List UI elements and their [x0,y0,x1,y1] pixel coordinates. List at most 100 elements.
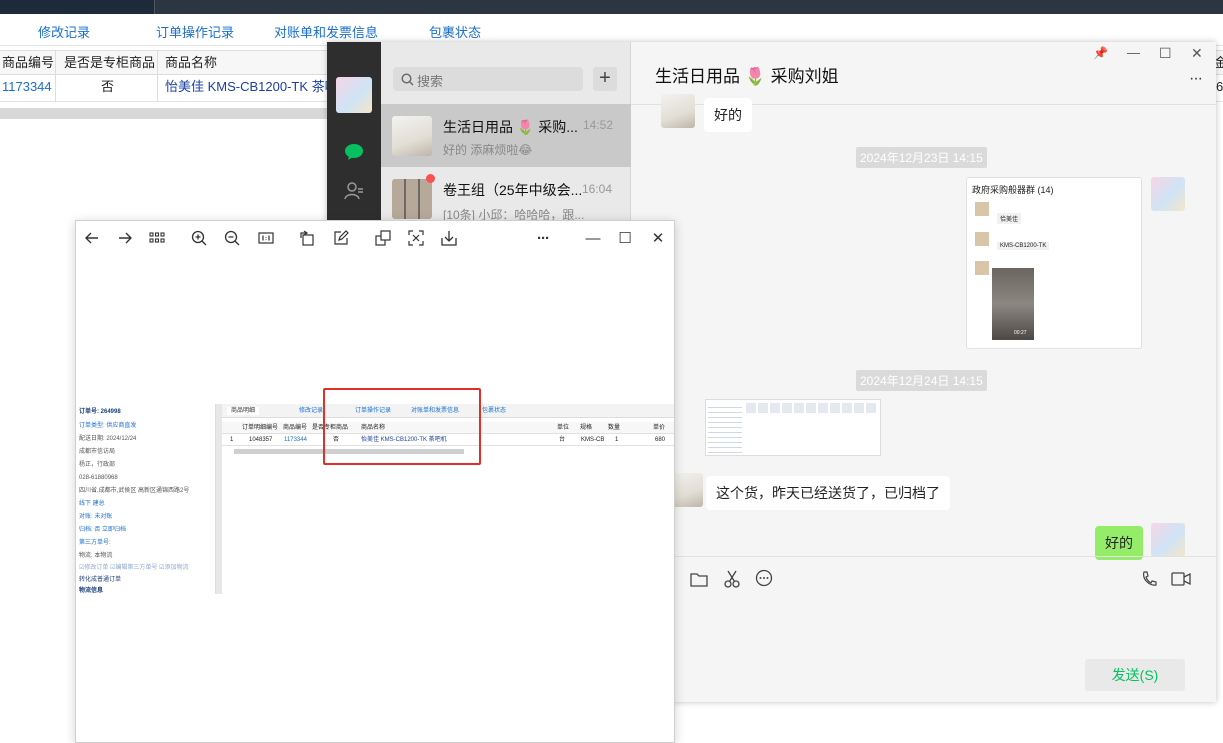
thumb-tab: 包裹状态 [482,408,507,414]
zoom-in-icon[interactable] [188,227,210,249]
arrow-right-icon[interactable] [114,227,136,249]
col-product-name[interactable]: 商品名称 [158,51,333,74]
thumb-col: 订单明细编号 [242,425,279,431]
edit-icon[interactable] [330,227,352,249]
thumb-table [746,403,876,413]
chat-item-selected[interactable]: 生活日用品 🌷 采购... 14:52 好的 添麻烦啦😂 [381,104,631,167]
chat-history-icon[interactable] [754,568,774,588]
input-divider [631,556,1216,557]
my-message-bubble[interactable]: 好的 [1095,526,1143,560]
send-button[interactable]: 发送(S) [1085,659,1185,691]
chat-panel: 生活日用品 🌷 采购刘姐 📌 — ☐ ✕ ··· 好的 2024年12月23日 … [631,42,1216,702]
minimize-button[interactable]: — [582,227,604,249]
search-placeholder: 搜索 [417,74,444,89]
thumb-cell: 680 [655,437,666,443]
close-button[interactable]: ✕ [1191,45,1203,62]
scissors-icon[interactable] [721,569,745,589]
order-number: 订单号: 264998 [79,409,121,415]
forward-item: 恰美佳 [997,213,1022,224]
product-code[interactable]: 1173344 [0,75,56,101]
is-counter-value: 否 [56,75,158,101]
thumb-left-pane [708,403,742,453]
order-line: 订单类型: 供应商直发 [79,423,137,429]
tab-modify-log[interactable]: 修改记录 [38,22,90,41]
forward-avatar [975,261,989,275]
video-call-icon[interactable] [1169,569,1193,589]
col-is-counter[interactable]: 是否是专柜商品 [56,51,158,74]
my-avatar-msg [1151,523,1185,557]
pin-icon[interactable]: 📌 [1093,46,1108,60]
chat-preview: 好的 添麻烦啦😂 [443,143,533,157]
phone-icon[interactable] [1139,569,1159,589]
viewer-toolbar: ··· — ☐ ✕ [76,221,674,255]
forwarded-chat-card[interactable]: 政府采购般器群 (14) 恰美佳 KMS-CB1200-TK 00:27 [966,177,1142,349]
convert-order-link: 转化成普通订单 [79,577,122,583]
more-icon[interactable]: ··· [1189,70,1203,88]
group-avatar [392,179,432,219]
tab-package-status[interactable]: 包裹状态 [429,22,481,41]
app-tab[interactable] [0,0,155,14]
contacts-icon[interactable] [342,179,366,203]
order-line: 028-61880968 [79,475,118,481]
search-icon [399,71,415,87]
order-line: 物流: 本物流 [79,553,113,559]
rotate-icon[interactable] [296,227,318,249]
maximize-button[interactable]: ☐ [614,227,636,249]
forward-item: KMS-CB1200-TK [997,242,1050,250]
order-line: 线下 建总 [79,501,105,507]
extract-text-icon[interactable] [405,227,427,249]
video-thumbnail[interactable]: 00:27 [992,268,1034,340]
image-viewer-window: ··· — ☐ ✕ 订单号: 264998 订单类型: 供应商直发 配送日期: … [75,220,675,743]
folder-icon[interactable] [689,569,709,589]
zoom-out-icon[interactable] [221,227,243,249]
thumb-col: 规格 [580,425,593,431]
chat-icon[interactable] [342,140,366,164]
col-product-code[interactable]: 商品编号 [0,51,56,74]
minimize-button[interactable]: — [1127,45,1140,60]
order-line: 四川省,成都市,武侯区 高新区通锦西路2号 [79,488,190,494]
message-bubble[interactable]: 好的 [704,98,752,132]
translate-icon[interactable] [372,227,394,249]
contact-avatar [661,94,695,128]
chat-time: 14:52 [583,118,614,132]
my-avatar[interactable] [336,77,372,113]
horizontal-scrollbar[interactable] [0,108,330,119]
screenshot-image-message[interactable] [705,399,881,456]
order-line: 杨正，行政部 [79,462,116,468]
arrow-left-icon[interactable] [81,227,103,249]
actual-size-icon[interactable] [255,227,277,249]
thumb-col: 单位 [557,425,570,431]
download-icon[interactable] [438,227,460,249]
more-icon[interactable]: ··· [532,227,554,249]
message-bubble[interactable]: 这个货，昨天已经送货了，已归档了 [706,476,950,510]
thumb-cell: KMS-CB [581,437,605,443]
order-info-panel: 订单号: 264998 订单类型: 供应商直发 配送日期: 2024/12/24… [76,404,216,594]
order-line: 成都市信访局 [79,449,116,455]
add-chat-button[interactable]: + [593,67,617,91]
grid-icon[interactable] [146,227,168,249]
order-line: 对账: 未对账 [79,514,113,520]
search-box[interactable]: 搜索 [393,67,583,91]
tab-order-operation-log[interactable]: 订单操作记录 [156,22,234,41]
chat-avatar [392,116,432,156]
app-top-bar [0,0,1223,14]
video-duration: 00:27 [1014,330,1027,336]
chat-time: 16:04 [582,182,613,196]
unread-dot [426,174,435,183]
tab-statement-invoice[interactable]: 对账单和发票信息 [274,22,378,41]
thumb-cell: 1 [230,437,234,443]
product-name-link[interactable]: 怡美佳 KMS-CB1200-TK 茶吧 [158,75,333,101]
timestamp: 2024年12月24日 14:15 [856,370,987,391]
timestamp: 2024年12月23日 14:15 [856,147,987,168]
chat-title: 卷王组（25年中级会... [443,182,583,198]
my-avatar-msg [1151,177,1185,211]
close-button[interactable]: ✕ [647,227,669,249]
logistics-footer: 物流信息 [79,588,104,594]
chat-title: 生活日用品 🌷 采购... [443,119,578,135]
thumb-cell: 1048357 [249,437,273,443]
maximize-button[interactable]: ☐ [1159,45,1172,62]
thumb-col: 数量 [608,425,621,431]
thumb-tab: 修改记录 [299,408,324,414]
forward-card-title: 政府采购般器群 (14) [972,185,1054,195]
thumb-tab: 商品明细 [227,407,260,415]
